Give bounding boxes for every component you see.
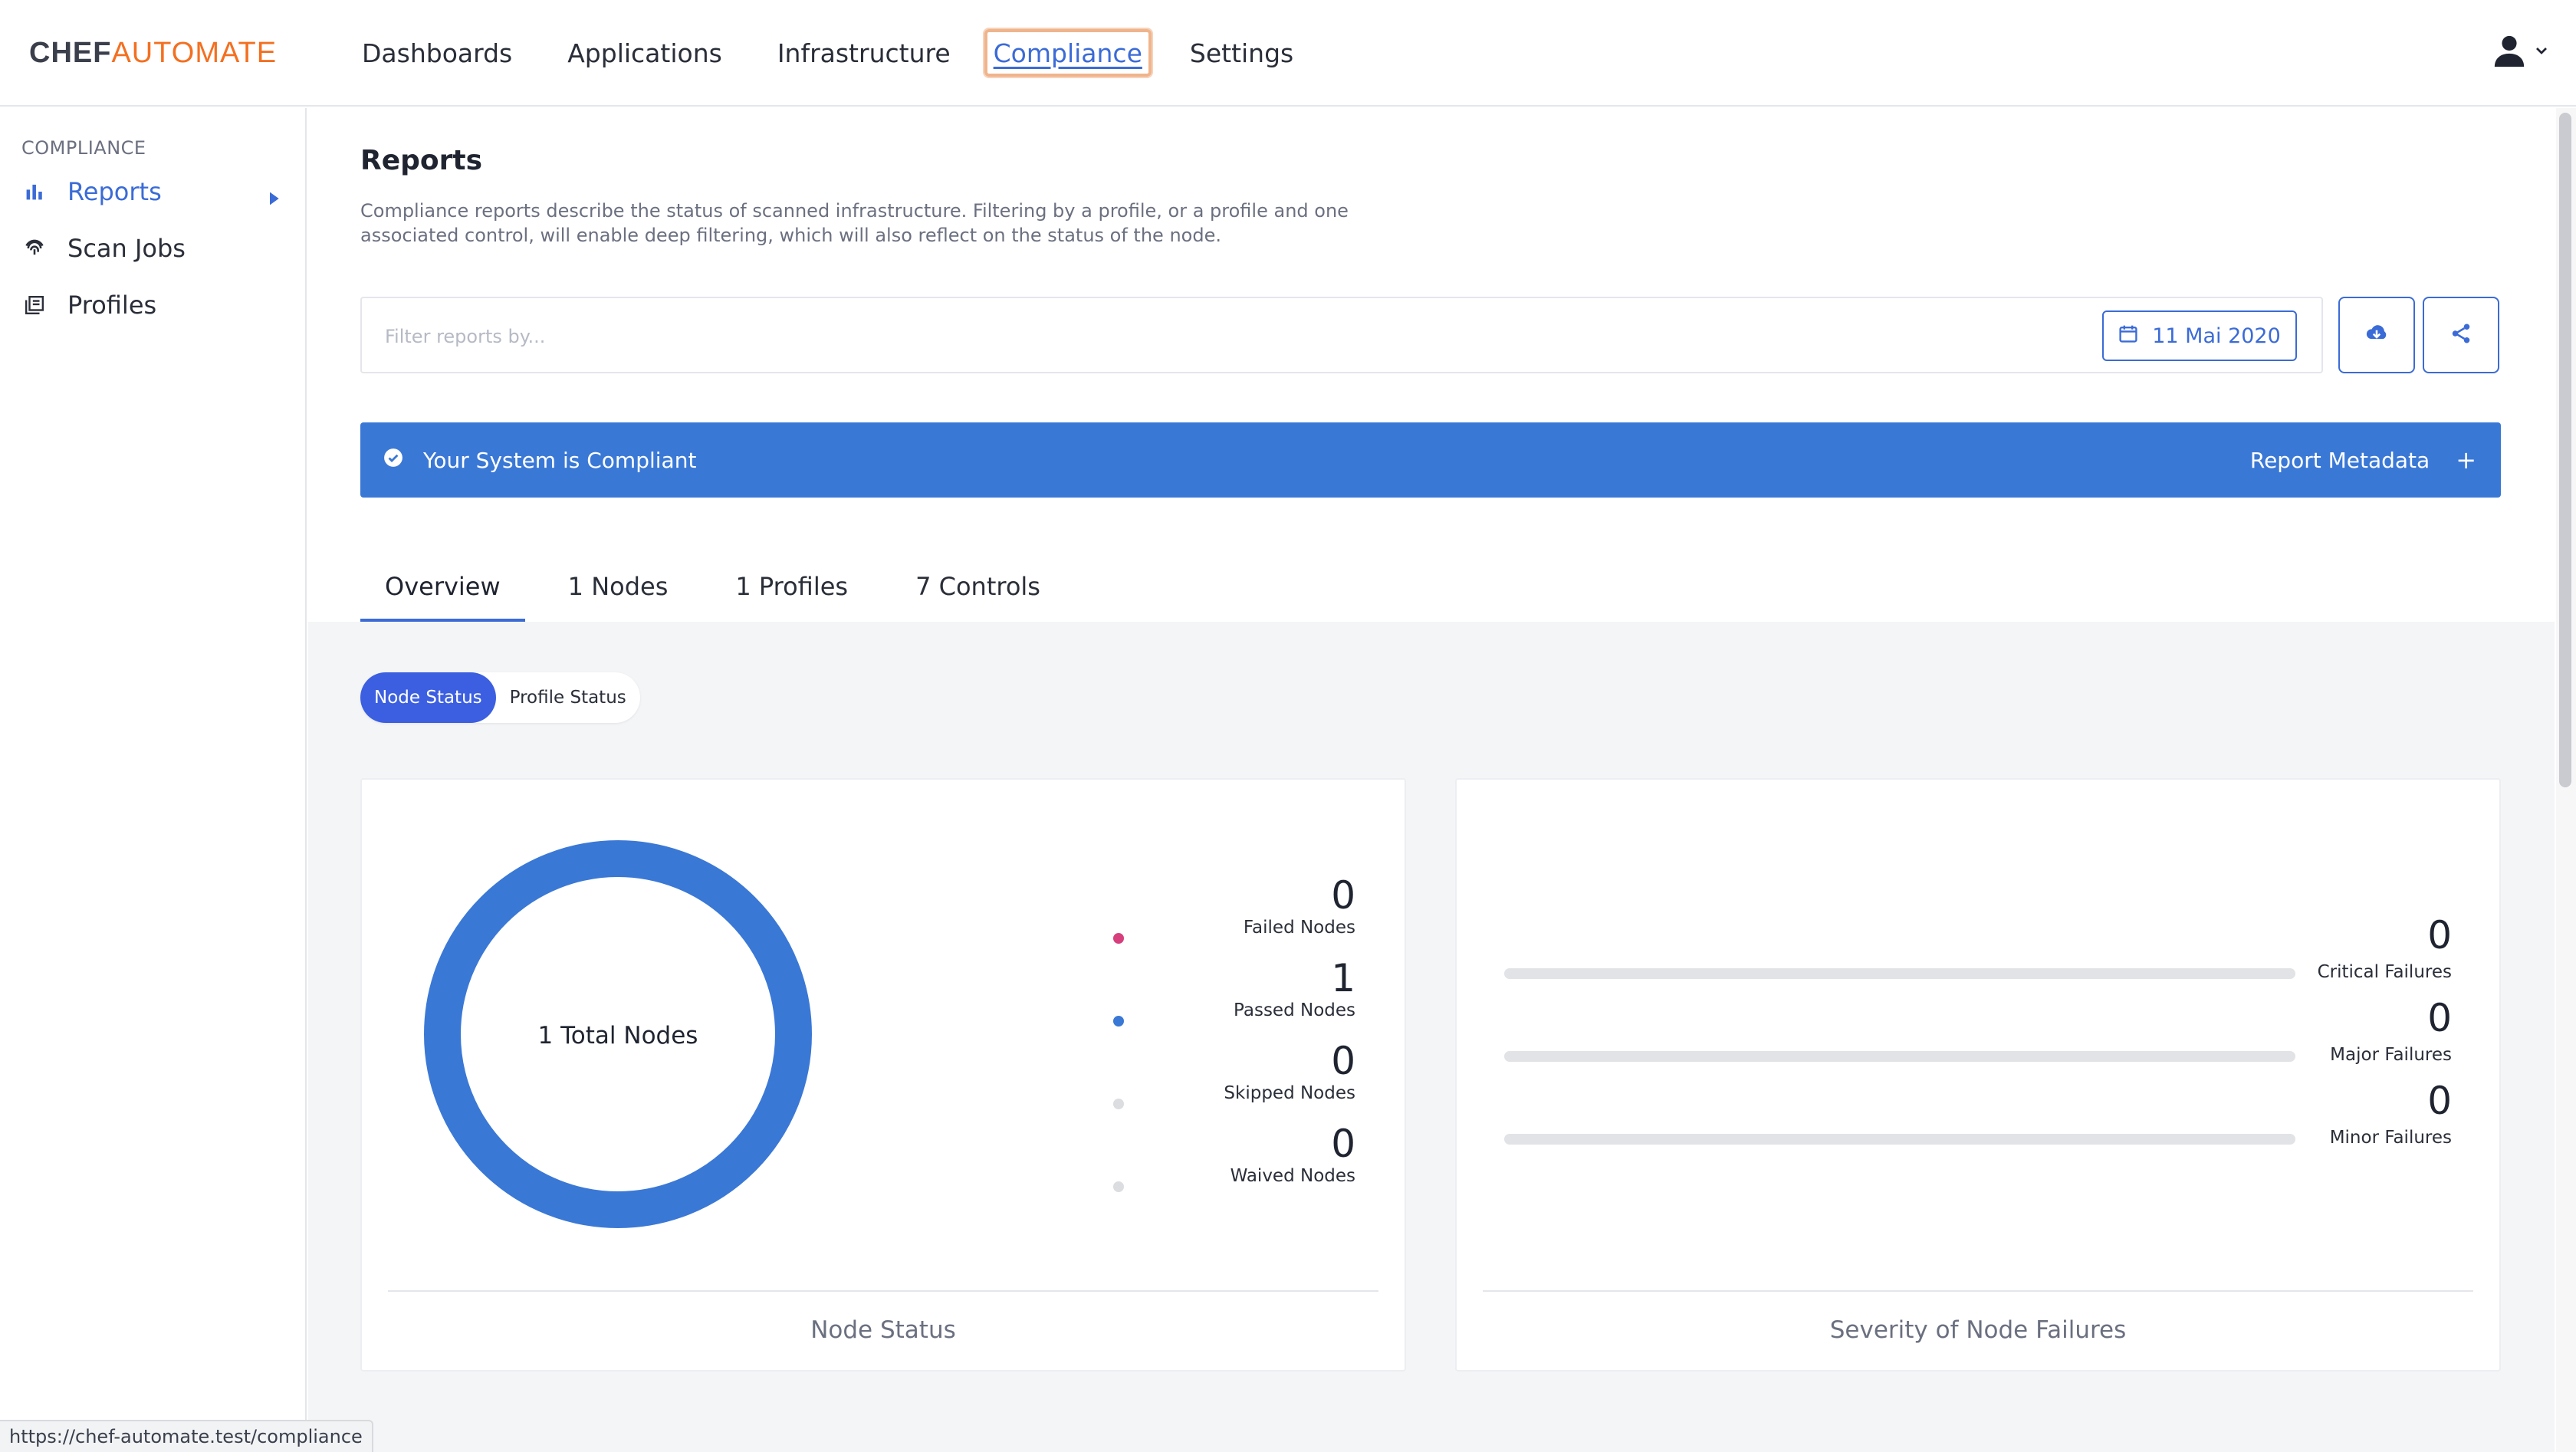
skipped-nodes-label: Skipped Nodes [1224, 1083, 1355, 1103]
legend-failed-nodes: 0 Failed Nodes [1110, 873, 1355, 956]
minor-failures-row: 0 Minor Failures [1504, 1079, 2452, 1161]
date-picker-button[interactable]: 11 Mai 2020 [2102, 310, 2297, 361]
library-icon [21, 292, 48, 318]
legend-waived-nodes: 0 Waived Nodes [1110, 1122, 1355, 1204]
skipped-dot-icon [1113, 1099, 1124, 1109]
skipped-nodes-count: 0 [1331, 1039, 1355, 1083]
critical-failures-bar [1504, 968, 2295, 979]
legend-skipped-nodes: 0 Skipped Nodes [1110, 1039, 1355, 1122]
failed-dot-icon [1113, 933, 1124, 944]
passed-nodes-label: Passed Nodes [1234, 1000, 1355, 1020]
waived-nodes-label: Waived Nodes [1230, 1166, 1355, 1186]
main-content: Reports Compliance reports describe the … [308, 108, 2555, 1452]
nav-applications[interactable]: Applications [550, 29, 739, 77]
user-icon [2492, 33, 2527, 71]
download-report-button[interactable] [2338, 297, 2415, 373]
major-failures-row: 0 Major Failures [1504, 996, 2452, 1079]
sidebar-item-profiles[interactable]: Profiles [21, 286, 290, 324]
major-failures-count: 0 [2427, 996, 2452, 1040]
user-menu[interactable] [2492, 31, 2548, 74]
failed-nodes-count: 0 [1331, 873, 1355, 918]
sidebar-item-label: Reports [67, 177, 162, 206]
sidebar-item-label: Profiles [67, 291, 157, 320]
logo-chef-text: CHEF [29, 36, 112, 69]
node-status-donut-chart: 1 Total Nodes [424, 840, 812, 1228]
plus-icon: + [2456, 445, 2476, 475]
sidebar: COMPLIANCE Reports Scan Jobs Profiles [0, 108, 307, 1452]
report-tabs: Overview 1 Nodes 1 Profiles 7 Controls [360, 551, 1083, 622]
report-metadata-toggle[interactable]: Report Metadata + [2250, 422, 2476, 498]
nav-settings[interactable]: Settings [1173, 29, 1310, 77]
node-status-title: Node Status [810, 1316, 956, 1344]
passed-dot-icon [1113, 1016, 1124, 1027]
fingerprint-icon [21, 235, 48, 261]
severity-card: 0 Critical Failures 0 Major Failures 0 M… [1455, 778, 2501, 1372]
calendar-icon [2118, 324, 2138, 349]
share-report-button[interactable] [2423, 297, 2499, 373]
critical-failures-count: 0 [2427, 913, 2452, 958]
waived-dot-icon [1113, 1181, 1124, 1192]
card-divider [388, 1290, 1378, 1292]
chef-automate-logo[interactable]: CHEF AUTOMATE [29, 34, 277, 72]
date-label: 11 Mai 2020 [2152, 324, 2281, 348]
tab-controls[interactable]: 7 Controls [891, 551, 1065, 622]
logo-automate-text: AUTOMATE [111, 36, 278, 69]
minor-failures-count: 0 [2427, 1079, 2452, 1123]
page-title: Reports [360, 145, 483, 176]
tab-overview[interactable]: Overview [360, 551, 525, 622]
cloud-download-icon [2364, 320, 2390, 350]
page-description: Compliance reports describe the status o… [360, 200, 1349, 246]
status-toggle: Node Status Profile Status [360, 672, 640, 723]
top-navigation-bar: CHEF AUTOMATE Dashboards Applications Inf… [0, 0, 2576, 107]
legend-passed-nodes: 1 Passed Nodes [1110, 956, 1355, 1039]
report-metadata-label: Report Metadata [2249, 447, 2430, 473]
passed-nodes-count: 1 [1331, 956, 1355, 1000]
card-divider [1483, 1290, 2473, 1292]
check-circle-icon [383, 448, 403, 473]
tab-profiles[interactable]: 1 Profiles [711, 551, 872, 622]
sidebar-item-reports[interactable]: Reports [21, 172, 290, 211]
reports-header-area: Reports Compliance reports describe the … [308, 108, 2555, 622]
waived-nodes-count: 0 [1331, 1122, 1355, 1166]
minor-failures-label: Minor Failures [2329, 1128, 2452, 1148]
filter-bar: 11 Mai 2020 [360, 297, 2323, 373]
page-scrollbar[interactable] [2556, 108, 2576, 1452]
sidebar-item-label: Scan Jobs [67, 234, 186, 263]
major-failures-bar [1504, 1051, 2295, 1062]
compliance-status-banner: Your System is Compliant Report Metadata… [360, 422, 2501, 498]
toggle-profile-status[interactable]: Profile Status [496, 672, 640, 723]
nav-infrastructure[interactable]: Infrastructure [761, 29, 968, 77]
compliance-message: Your System is Compliant [423, 447, 697, 473]
share-icon [2450, 322, 2472, 348]
critical-failures-row: 0 Critical Failures [1504, 913, 2452, 996]
filter-reports-input[interactable] [385, 321, 1842, 352]
bar-chart-icon [21, 179, 48, 205]
scrollbar-thumb[interactable] [2559, 113, 2571, 787]
major-failures-label: Major Failures [2330, 1045, 2452, 1065]
toggle-node-status[interactable]: Node Status [360, 672, 496, 723]
main-nav: Dashboards Applications Infrastructure C… [345, 29, 1332, 77]
minor-failures-bar [1504, 1134, 2295, 1145]
nav-dashboards[interactable]: Dashboards [345, 29, 529, 77]
nav-compliance[interactable]: Compliance [984, 29, 1152, 77]
total-nodes-label: 1 Total Nodes [538, 1022, 698, 1050]
caret-right-icon [267, 183, 281, 212]
sidebar-item-scan-jobs[interactable]: Scan Jobs [21, 229, 290, 268]
failed-nodes-label: Failed Nodes [1243, 918, 1355, 938]
chevron-down-icon [2535, 44, 2548, 61]
severity-title: Severity of Node Failures [1829, 1316, 2127, 1344]
tab-nodes[interactable]: 1 Nodes [544, 551, 693, 622]
node-status-card: 1 Total Nodes 0 Failed Nodes 1 Passed No… [360, 778, 1406, 1372]
critical-failures-label: Critical Failures [2317, 962, 2452, 982]
status-bar-url: https://chef-automate.test/compliance [0, 1420, 373, 1452]
sidebar-section-title: COMPLIANCE [21, 137, 146, 159]
